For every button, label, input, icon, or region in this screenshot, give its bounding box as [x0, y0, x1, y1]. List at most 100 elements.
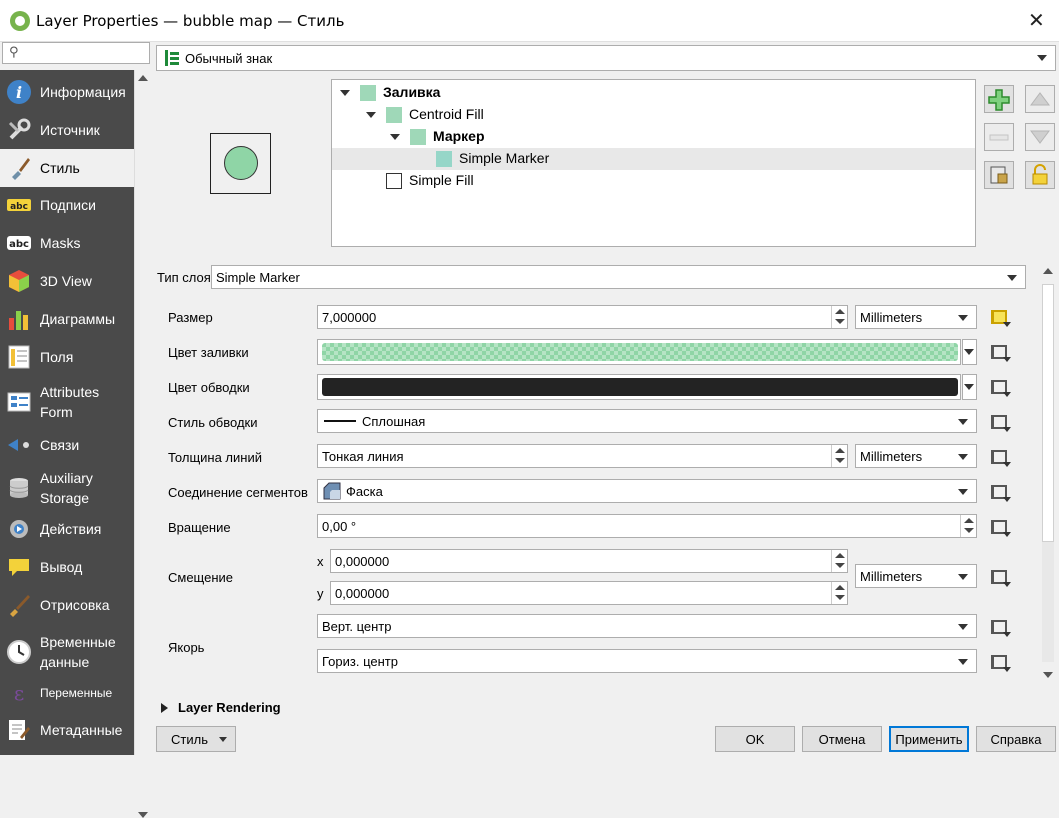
data-defined-override-button[interactable] — [987, 651, 1013, 673]
fill-color-menu[interactable] — [962, 339, 977, 365]
layer-type-combo[interactable]: Simple Marker — [211, 265, 1026, 289]
data-defined-override-button[interactable] — [987, 446, 1013, 468]
stroke-style-combo[interactable]: Сплошная — [317, 409, 977, 433]
stroke-style-label: Стиль обводки — [168, 415, 258, 430]
scroll-down-icon[interactable] — [138, 812, 148, 818]
tree-row[interactable]: Centroid Fill — [332, 104, 975, 126]
duplicate-layer-button[interactable] — [984, 161, 1014, 189]
offset-unit-combo[interactable]: Millimeters — [855, 564, 977, 588]
scroll-up-icon[interactable] — [1043, 268, 1053, 274]
offset-y-input[interactable]: 0,000000 — [330, 581, 848, 605]
stroke-color-label: Цвет обводки — [168, 380, 250, 395]
style-menu-button[interactable]: Стиль — [156, 726, 236, 752]
sidebar-item-2[interactable]: Стиль — [0, 149, 134, 187]
chevron-down-icon — [958, 315, 968, 321]
scroll-up-icon[interactable] — [138, 75, 148, 81]
sidebar-item-9[interactable]: Связи — [0, 428, 134, 462]
offset-y-label: y — [317, 586, 324, 601]
tree-row[interactable]: Заливка — [332, 82, 975, 104]
svg-text:abc: abc — [10, 202, 28, 212]
spin-arrows-icon[interactable] — [831, 582, 847, 604]
sidebar-item-12[interactable]: Вывод — [0, 549, 134, 585]
sidebar-item-0[interactable]: i Информация — [0, 74, 134, 110]
labels-abc-icon: abc — [6, 192, 32, 218]
layer-rendering-section[interactable]: Layer Rendering — [161, 700, 361, 718]
svg-text:ε: ε — [14, 681, 24, 705]
search-input[interactable]: ⚲ — [2, 42, 150, 64]
vertical-anchor-combo[interactable]: Верт. центр — [317, 614, 977, 638]
ok-button[interactable]: OK — [715, 726, 795, 752]
sidebar-item-10[interactable]: Auxiliary Storage — [0, 462, 134, 514]
tree-label: Simple Fill — [409, 172, 474, 188]
sidebar-item-15[interactable]: ε Переменные — [0, 675, 134, 711]
sidebar-item-11[interactable]: Действия — [0, 511, 134, 547]
cancel-button[interactable]: Отмена — [802, 726, 882, 752]
database-icon — [6, 475, 32, 501]
layer-swatch — [386, 107, 402, 123]
variables-epsilon-icon: ε — [6, 680, 32, 706]
sidebar-item-5[interactable]: 3D View — [0, 263, 134, 299]
horizontal-anchor-combo[interactable]: Гориз. центр — [317, 649, 977, 673]
tree-row[interactable]: Simple Marker — [332, 148, 975, 170]
spin-arrows-icon[interactable] — [831, 306, 847, 328]
tree-label: Centroid Fill — [409, 106, 484, 122]
stroke-color-button[interactable] — [317, 374, 961, 400]
add-layer-button[interactable] — [984, 85, 1014, 113]
remove-layer-button[interactable] — [984, 123, 1014, 151]
scroll-thumb[interactable] — [1042, 284, 1054, 542]
data-defined-override-button[interactable] — [987, 376, 1013, 398]
search-icon: ⚲ — [9, 45, 19, 60]
data-defined-override-button[interactable] — [987, 411, 1013, 433]
tree-row[interactable]: Simple Fill — [332, 170, 975, 192]
spin-arrows-icon[interactable] — [831, 445, 847, 467]
sidebar-scrollbar[interactable] — [134, 70, 151, 818]
fill-color-button[interactable] — [317, 339, 961, 365]
spin-arrows-icon[interactable] — [960, 515, 976, 537]
renderer-type-combo[interactable]: Обычный знак — [156, 45, 1056, 71]
close-icon[interactable]: ✕ — [1028, 8, 1045, 32]
horizontal-anchor-value: Гориз. центр — [322, 653, 398, 669]
data-defined-override-button[interactable] — [987, 516, 1013, 538]
stroke-color-menu[interactable] — [962, 374, 977, 400]
spin-arrows-icon[interactable] — [831, 550, 847, 572]
scroll-down-icon[interactable] — [1043, 672, 1053, 678]
style-button-label: Стиль — [171, 731, 208, 747]
chevron-down-icon — [1003, 322, 1011, 327]
layer-type-value: Simple Marker — [216, 269, 300, 285]
sidebar-item-label: Подписи — [40, 197, 96, 213]
data-defined-override-button[interactable] — [987, 341, 1013, 363]
rotation-input[interactable]: 0,00 ° — [317, 514, 977, 538]
sidebar-item-13[interactable]: Отрисовка — [0, 587, 134, 623]
sidebar-item-3[interactable]: abc Подписи — [0, 187, 134, 223]
move-up-button[interactable] — [1025, 85, 1055, 113]
size-input[interactable]: 7,000000 — [317, 305, 848, 329]
sidebar-item-14[interactable]: Временные данные — [0, 626, 134, 678]
expand-arrow-icon[interactable] — [366, 112, 376, 118]
join-style-combo[interactable]: Фаска — [317, 479, 977, 503]
sidebar-item-7[interactable]: Поля — [0, 339, 134, 375]
data-defined-override-button[interactable] — [987, 481, 1013, 503]
data-defined-override-button[interactable] — [987, 616, 1013, 638]
size-unit-combo[interactable]: Millimeters — [855, 305, 977, 329]
stroke-width-unit-combo[interactable]: Millimeters — [855, 444, 977, 468]
sidebar-item-4[interactable]: abc Masks — [0, 225, 134, 261]
renderer-type-value: Обычный знак — [185, 50, 273, 66]
offset-x-input[interactable]: 0,000000 — [330, 549, 848, 573]
sidebar-item-1[interactable]: Источник — [0, 112, 134, 148]
vertical-anchor-value: Верт. центр — [322, 618, 392, 634]
tree-row[interactable]: Маркер — [332, 126, 975, 148]
sidebar-item-6[interactable]: Диаграммы — [0, 301, 134, 337]
apply-button[interactable]: Применить — [889, 726, 969, 752]
help-button[interactable]: Справка — [976, 726, 1056, 752]
sidebar-item-16[interactable]: Метаданные — [0, 711, 134, 749]
data-defined-override-button[interactable] — [987, 306, 1013, 328]
stroke-width-input[interactable]: Тонкая линия — [317, 444, 848, 468]
data-defined-override-button[interactable] — [987, 566, 1013, 588]
expand-arrow-icon[interactable] — [390, 134, 400, 140]
symbol-layer-tree[interactable]: Заливка Centroid Fill Маркер Simple Marker S… — [331, 79, 976, 247]
move-down-button[interactable] — [1025, 123, 1055, 151]
lock-layer-button[interactable] — [1025, 161, 1055, 189]
expand-arrow-icon[interactable] — [340, 90, 350, 96]
sidebar-item-8[interactable]: Attributes Form — [0, 376, 134, 428]
properties-scrollbar[interactable] — [1040, 262, 1056, 686]
